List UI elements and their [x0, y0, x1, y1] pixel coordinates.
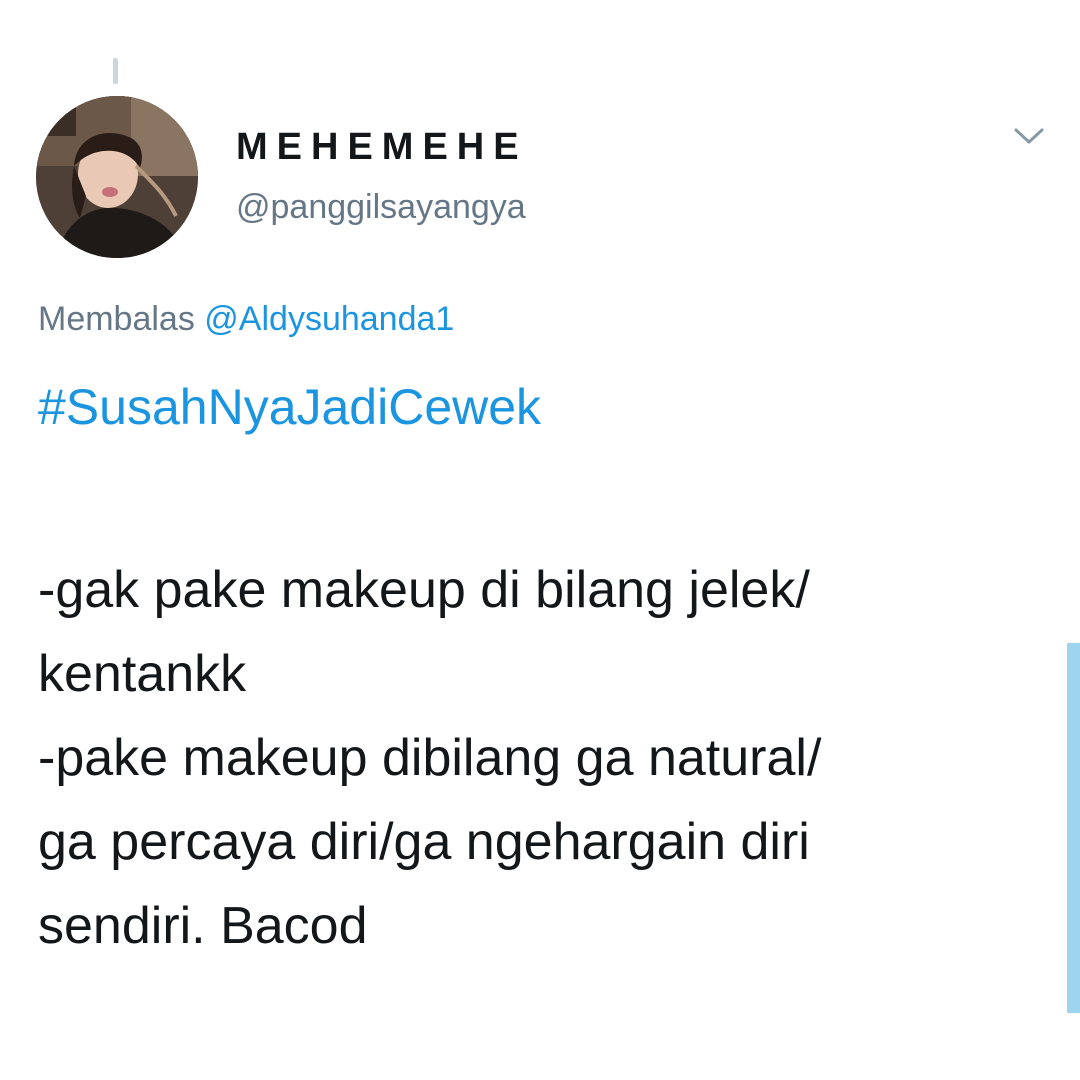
chevron-down-icon[interactable] — [1012, 124, 1046, 148]
hashtag-link[interactable]: #SusahNyaJadiCewek — [38, 378, 541, 436]
tweet-body-line: ga percaya diri/ga ngehargain diri — [38, 813, 810, 871]
tweet-body-line: kentankk — [38, 645, 247, 703]
avatar-photo — [36, 96, 198, 258]
user-handle[interactable]: @panggilsayangya — [236, 188, 526, 227]
tweet-body-line: sendiri. Bacod — [38, 897, 368, 955]
thread-connector-line — [113, 58, 118, 84]
reply-prefix: Membalas — [38, 300, 195, 338]
tweet-body: -gak pake makeup di bilang jelek/ kentan… — [38, 548, 1048, 968]
avatar[interactable] — [36, 96, 198, 258]
reply-mention-link[interactable]: @Aldysuhanda1 — [204, 300, 454, 338]
scrollbar-thumb[interactable] — [1067, 643, 1080, 1013]
tweet-body-line: -gak pake makeup di bilang jelek/ — [38, 561, 810, 619]
reply-context: Membalas @Aldysuhanda1 — [38, 300, 454, 339]
display-name[interactable]: MEHEMEHE — [236, 126, 528, 169]
tweet-body-line: -pake makeup dibilang ga natural/ — [38, 729, 822, 787]
